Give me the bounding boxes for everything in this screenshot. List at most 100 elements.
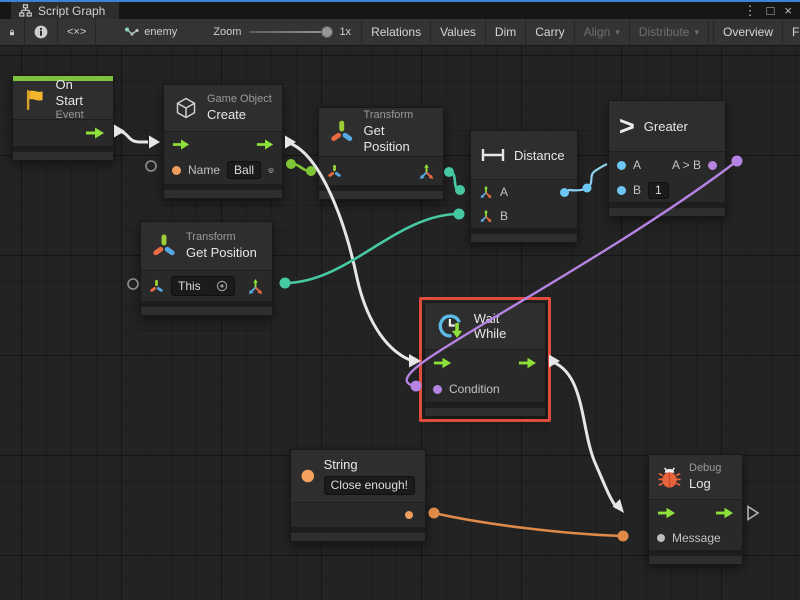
flow-output-port[interactable]: [715, 507, 734, 519]
vector3-input-port-b[interactable]: [479, 209, 493, 223]
name-value-field[interactable]: Ball: [227, 161, 261, 179]
tab-title: Script Graph: [38, 4, 105, 18]
node-distance[interactable]: Distance A: [470, 130, 578, 243]
transform-input-port[interactable]: [149, 279, 164, 294]
distribute-button[interactable]: Distribute ▾: [630, 19, 709, 45]
node-header: Debug Log: [649, 455, 742, 499]
zoom-slider[interactable]: [249, 31, 331, 33]
script-graph-icon: [19, 4, 32, 17]
flow-output-port[interactable]: [85, 127, 105, 139]
align-button[interactable]: Align ▾: [575, 19, 630, 45]
float-input-port-b[interactable]: [617, 186, 626, 195]
port-row: [164, 132, 282, 156]
port-row: B: [471, 204, 577, 228]
target-value-field[interactable]: This: [171, 276, 235, 296]
node-header: Transform Get Position: [319, 108, 443, 156]
port-label: B: [500, 209, 508, 223]
transform-input-port[interactable]: [327, 164, 342, 179]
cube-icon: [174, 96, 198, 120]
message-input-port[interactable]: [657, 534, 665, 542]
port-row: B 1: [609, 178, 725, 202]
fullscreen-button[interactable]: Full Screen: [783, 19, 800, 45]
overview-button[interactable]: Overview: [713, 19, 783, 45]
node-on-start[interactable]: On Start Event: [12, 75, 114, 161]
float-output-port[interactable]: [560, 188, 569, 197]
zoom-value: 1x: [339, 26, 351, 38]
port-row: A: [471, 180, 577, 204]
graph-breadcrumb[interactable]: enemy: [114, 19, 187, 45]
node-title: Create: [207, 107, 272, 123]
graph-icon: [124, 26, 139, 39]
vector3-input-port-a[interactable]: [479, 185, 493, 199]
node-header: Transform Get Position: [141, 222, 272, 270]
port-row: Condition: [425, 376, 545, 402]
graph-canvas[interactable]: On Start Event: [0, 46, 800, 600]
float-input-port-a[interactable]: [617, 161, 626, 170]
node-category: Transform: [364, 109, 433, 123]
relations-button[interactable]: Relations: [361, 19, 431, 45]
object-picker-icon[interactable]: [216, 280, 228, 292]
vector3-output-port[interactable]: [247, 278, 264, 295]
node-get-position-top[interactable]: Transform Get Position: [318, 107, 444, 200]
tab-script-graph[interactable]: Script Graph: [11, 2, 119, 19]
zoom-control: Zoom 1x: [187, 19, 361, 45]
flow-output-port[interactable]: [518, 357, 537, 369]
node-debug-log[interactable]: Debug Log Message: [648, 454, 743, 565]
port-label: Message: [672, 531, 721, 545]
carry-button[interactable]: Carry: [526, 19, 574, 45]
script-graph-window: Script Graph ⋮ □ × <×>: [0, 0, 800, 600]
zoom-slider-handle[interactable]: [321, 26, 333, 38]
b-value-field[interactable]: 1: [648, 182, 669, 199]
graph-name: enemy: [144, 26, 177, 38]
node-category: Debug: [689, 462, 721, 476]
wait-clock-icon: [435, 311, 465, 341]
port-label: Name: [188, 163, 220, 177]
node-title: On Start: [56, 77, 103, 110]
node-footer: [609, 207, 725, 216]
bug-icon: [657, 465, 682, 490]
string-output-port[interactable]: [405, 511, 413, 519]
lock-button[interactable]: [0, 19, 25, 45]
close-icon[interactable]: ×: [784, 3, 792, 18]
node-title: Get Position: [364, 123, 433, 156]
node-string-literal[interactable]: String Close enough!: [290, 449, 426, 542]
node-header: String Close enough!: [291, 450, 425, 502]
node-footer: [291, 532, 425, 541]
node-category: Transform: [186, 231, 257, 245]
string-input-port[interactable]: [172, 166, 181, 175]
distance-icon: [481, 147, 505, 163]
game-object-output-port[interactable]: [268, 163, 274, 178]
port-row: This: [141, 271, 272, 301]
node-category: Game Object: [207, 93, 272, 107]
node-header: > Greater: [609, 101, 725, 151]
node-get-position-bottom[interactable]: Transform Get Position This: [140, 221, 273, 316]
vector3-output-port[interactable]: [418, 163, 435, 180]
maximize-icon[interactable]: □: [767, 3, 775, 18]
bool-condition-input-port[interactable]: [433, 385, 442, 394]
code-view-button[interactable]: <×>: [58, 19, 96, 45]
info-button[interactable]: [25, 19, 58, 45]
flag-icon: [23, 88, 47, 112]
flow-input-port[interactable]: [172, 139, 190, 150]
dim-button[interactable]: Dim: [486, 19, 526, 45]
node-footer: [471, 233, 577, 242]
port-row: [13, 120, 113, 146]
port-row: [649, 500, 742, 526]
node-greater[interactable]: > Greater A A > B B 1: [608, 100, 726, 217]
chevron-down-icon: ▾: [615, 27, 620, 38]
node-wait-while[interactable]: Wait While Condition: [424, 302, 546, 417]
bool-output-port[interactable]: [708, 161, 717, 170]
flow-input-port[interactable]: [433, 357, 452, 369]
port-label: Condition: [449, 382, 500, 396]
node-title: Get Position: [186, 245, 257, 261]
flow-input-port[interactable]: [657, 507, 676, 519]
node-footer: [649, 555, 742, 564]
zoom-label: Zoom: [213, 26, 241, 38]
node-header: Game Object Create: [164, 85, 282, 131]
node-create-game-object[interactable]: Game Object Create Name Ba: [163, 84, 283, 199]
port-label: A: [500, 185, 508, 199]
flow-output-port[interactable]: [256, 139, 274, 150]
string-value-field[interactable]: Close enough!: [324, 476, 415, 495]
window-menu-icon[interactable]: ⋮: [744, 3, 757, 18]
values-button[interactable]: Values: [431, 19, 486, 45]
